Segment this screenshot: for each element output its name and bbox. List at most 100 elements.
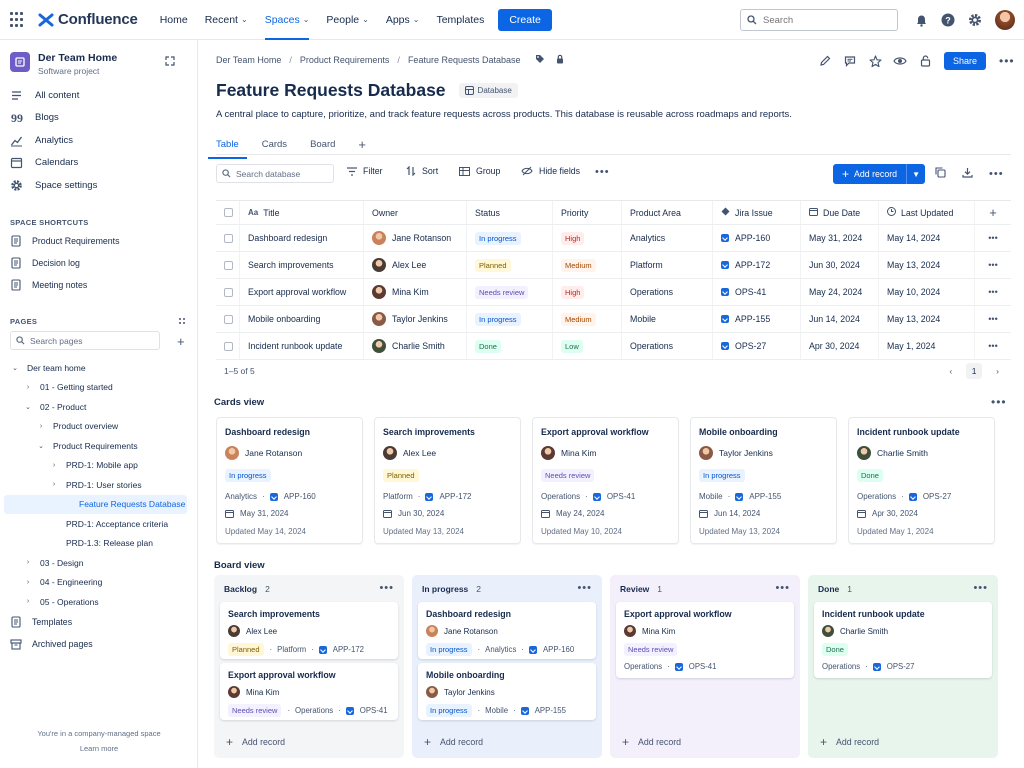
cell-status[interactable]: Done [467, 333, 553, 359]
jira-key[interactable]: OPS-41 [735, 287, 766, 297]
download-icon[interactable] [962, 167, 973, 180]
sort-button[interactable]: Sort [406, 166, 438, 176]
jira-key[interactable]: OPS-27 [887, 662, 915, 671]
cell-last-updated[interactable]: May 13, 2024 [879, 252, 975, 278]
page-tree-item[interactable]: PRD-1.3: Release plan [0, 534, 198, 554]
cell-priority[interactable]: Medium [553, 252, 622, 278]
shortcut-meeting-notes[interactable]: Meeting notes [10, 274, 190, 296]
row-checkbox[interactable] [216, 306, 240, 332]
cell-priority[interactable]: High [553, 279, 622, 305]
confluence-logo[interactable]: Confluence [38, 11, 138, 28]
sidebar-item-archived-pages[interactable]: Archived pages [10, 633, 190, 655]
tab-cards[interactable]: Cards [262, 134, 287, 154]
column-more-icon[interactable]: ••• [973, 582, 988, 594]
cell-status[interactable]: In progress [467, 225, 553, 251]
column-more-icon[interactable]: ••• [775, 582, 790, 594]
add-record-button[interactable]: + Add record ▼ [833, 164, 926, 184]
jira-key[interactable]: OPS-41 [607, 492, 635, 501]
create-button[interactable]: Create [498, 8, 552, 31]
page-tree-item[interactable]: › Product overview [0, 417, 198, 437]
tag-icon[interactable] [535, 54, 545, 66]
column-header-last-updated[interactable]: Last Updated [879, 201, 975, 224]
cell-title[interactable]: Mobile onboarding [240, 306, 364, 332]
add-record-link[interactable]: + Add record [622, 735, 681, 749]
board-card[interactable]: Export approval workflow Mina Kim Needs re… [220, 663, 398, 720]
record-card[interactable]: Incident runbook update Charlie Smith Done… [848, 417, 995, 544]
toolbar-more-icon[interactable]: ••• [595, 166, 610, 178]
cell-product-area[interactable]: Operations [622, 279, 713, 305]
column-header-product-area[interactable]: Product Area [622, 201, 713, 224]
chevron-right-icon[interactable]: › [23, 579, 33, 586]
jira-key[interactable]: OPS-41 [689, 662, 717, 671]
comment-icon[interactable] [842, 53, 858, 69]
column-header-status[interactable]: Status [467, 201, 553, 224]
cell-jira-issue[interactable]: OPS-27 [713, 333, 801, 359]
cell-due-date[interactable]: Apr 30, 2024 [801, 333, 879, 359]
page-tree-item[interactable]: › 01 - Getting started [0, 378, 198, 398]
breadcrumb-item[interactable]: Product Requirements [300, 55, 390, 65]
expand-sidebar-icon[interactable] [165, 56, 175, 68]
record-card[interactable]: Search improvements Alex Lee Planned Platfo… [374, 417, 521, 544]
cell-status[interactable]: Needs review [467, 279, 553, 305]
cell-due-date[interactable]: May 24, 2024 [801, 279, 879, 305]
shortcut-decision-log[interactable]: Decision log [10, 252, 190, 274]
cell-last-updated[interactable]: May 13, 2024 [879, 306, 975, 332]
jira-key[interactable]: APP-172 [333, 645, 364, 654]
row-more-icon[interactable]: ••• [975, 279, 1011, 305]
checkbox[interactable] [224, 314, 233, 324]
share-button[interactable]: Share [944, 52, 987, 70]
page-tree-item[interactable]: ⌄ Product Requirements [0, 436, 198, 456]
cell-product-area[interactable]: Platform [622, 252, 713, 278]
jira-key[interactable]: APP-172 [735, 260, 770, 270]
checkbox[interactable] [224, 341, 233, 351]
cell-owner[interactable]: Alex Lee [364, 252, 467, 278]
column-more-icon[interactable]: ••• [577, 582, 592, 594]
nav-item-people[interactable]: People ⌄ [326, 0, 368, 40]
current-page-button[interactable]: 1 [966, 363, 983, 379]
app-switcher-icon[interactable] [10, 11, 26, 28]
column-header-due-date[interactable]: Due Date [801, 201, 879, 224]
add-record-link[interactable]: + Add record [424, 735, 483, 749]
record-card[interactable]: Export approval workflow Mina Kim Needs re… [532, 417, 679, 544]
page-tree-item[interactable]: Feature Requests Database [4, 494, 187, 514]
cell-priority[interactable]: Low [553, 333, 622, 359]
cell-product-area[interactable]: Mobile [622, 306, 713, 332]
chevron-right-icon[interactable]: › [49, 481, 59, 488]
previous-page-icon[interactable]: ‹ [949, 366, 952, 376]
jira-key[interactable]: OPS-41 [360, 706, 388, 715]
cell-owner[interactable]: Mina Kim [364, 279, 467, 305]
sidebar-item-analytics[interactable]: Analytics [10, 129, 190, 152]
sidebar-item-calendars[interactable]: Calendars [10, 152, 190, 175]
jira-key[interactable]: APP-155 [735, 314, 770, 324]
board-card[interactable]: Export approval workflow Mina Kim Needs re… [616, 602, 794, 678]
table-row[interactable]: Incident runbook update Charlie Smith Done… [216, 333, 1011, 360]
checkbox[interactable] [224, 233, 233, 243]
chevron-down-icon[interactable]: ⌄ [36, 442, 46, 450]
sidebar-item-templates[interactable]: Templates [10, 611, 190, 633]
chevron-right-icon[interactable]: › [23, 559, 33, 566]
row-checkbox[interactable] [216, 279, 240, 305]
breadcrumb-item[interactable]: Der Team Home [216, 55, 281, 65]
row-more-icon[interactable]: ••• [975, 333, 1011, 359]
add-record-link[interactable]: + Add record [226, 735, 285, 749]
cell-product-area[interactable]: Analytics [622, 225, 713, 251]
help-icon[interactable]: ? [939, 11, 957, 29]
page-tree-item[interactable]: › 05 - Operations [0, 592, 198, 612]
space-header[interactable]: Der Team Home Software project [10, 52, 117, 76]
next-page-icon[interactable]: › [996, 366, 999, 376]
filter-button[interactable]: Filter [347, 166, 383, 176]
restrictions-lock-icon[interactable] [555, 54, 565, 66]
notifications-bell-icon[interactable] [912, 11, 930, 29]
jira-key[interactable]: APP-155 [535, 706, 566, 715]
cell-title[interactable]: Incident runbook update [240, 333, 364, 359]
add-view-plus-icon[interactable]: + [358, 137, 366, 152]
page-tree-item[interactable]: › 03 - Design [0, 553, 198, 573]
sidebar-item-all-content[interactable]: All content [10, 84, 190, 107]
nav-item-recent[interactable]: Recent ⌄ [205, 0, 248, 40]
sidebar-item-blogs[interactable]: 99 Blogs [10, 107, 190, 130]
page-tree-item[interactable]: › PRD-1: Mobile app [0, 456, 198, 476]
add-column-plus-icon[interactable]: + [975, 201, 1011, 224]
copy-icon[interactable] [935, 167, 946, 180]
cell-owner[interactable]: Charlie Smith [364, 333, 467, 359]
record-card[interactable]: Dashboard redesign Jane Rotanson In progre… [216, 417, 363, 544]
